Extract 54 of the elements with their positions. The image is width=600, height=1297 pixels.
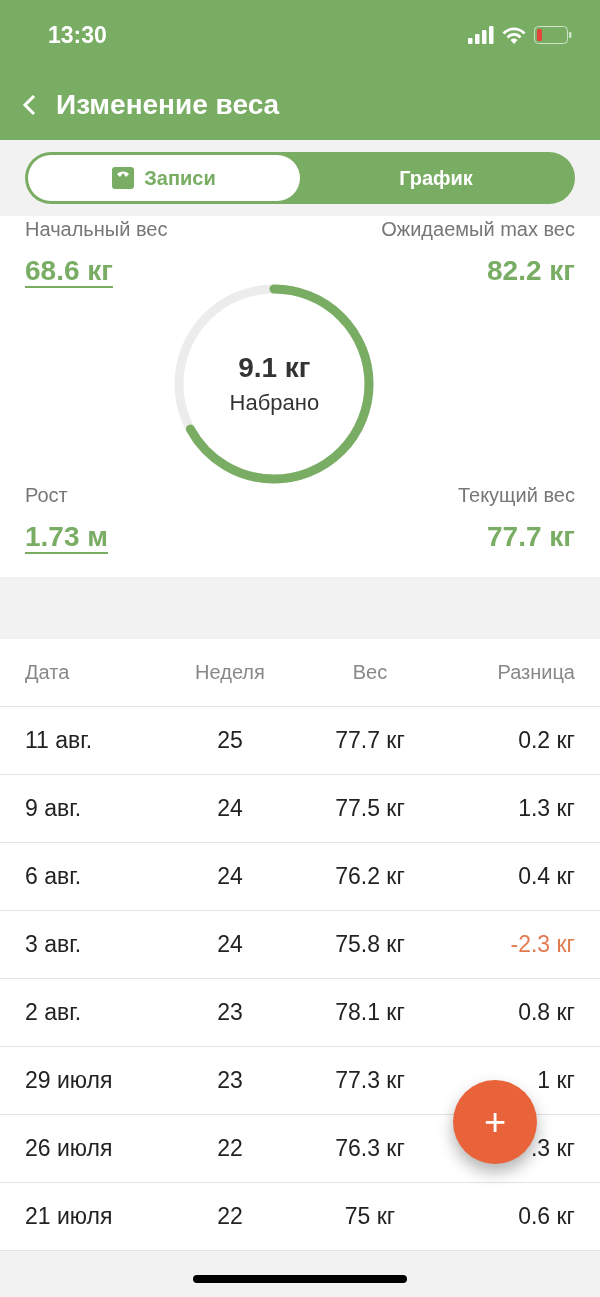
stat-label: Начальный вес: [25, 218, 168, 241]
tab[interactable]: Записи: [28, 155, 300, 201]
date-cell-text: 2 авг.: [25, 999, 83, 1026]
weight-cell-text: 77.5 кг: [334, 795, 406, 822]
week-cell-text: 24: [216, 931, 244, 958]
gained-caption: Набрано: [229, 390, 320, 416]
stat-label: Ожидаемый max вес: [381, 218, 575, 241]
weight-cell-text: 76.2 кг: [334, 863, 406, 890]
tab[interactable]: График: [300, 155, 572, 201]
difference-cell-text: 0.2 кг: [517, 727, 575, 754]
signal-icon: [468, 26, 494, 44]
weight-cell-text: 77.7 кг: [334, 727, 406, 754]
column-header: Разница: [496, 661, 575, 684]
difference-cell-text: 0.4 кг: [517, 863, 575, 890]
column-header: Вес: [351, 661, 389, 684]
week-cell-text: 22: [216, 1135, 244, 1162]
week-cell-text: 22: [216, 1203, 244, 1230]
difference-cell-text: 1.3 кг: [517, 795, 575, 822]
date-cell-text: 3 авг.: [25, 931, 83, 958]
weight-cell-text: 75 кг: [343, 1203, 397, 1230]
stat-label: Текущий вес: [457, 484, 575, 507]
stat-link[interactable]: 68.6 кг: [25, 255, 113, 287]
week-cell-text: 24: [216, 863, 244, 890]
status-time: 13:30: [48, 21, 107, 49]
page-title: Изменение веса: [56, 89, 280, 121]
column-header: Неделя: [194, 661, 266, 684]
stat-link[interactable]: 1.73 м: [25, 521, 108, 553]
date-cell-text: 6 авг.: [25, 863, 83, 890]
week-cell-text: 23: [216, 999, 244, 1026]
weight-cell-text: 78.1 кг: [334, 999, 406, 1026]
scale-icon: [112, 167, 135, 189]
difference-cell-text: 0.8 кг: [517, 999, 575, 1026]
difference-cell-text: 1 кг: [536, 1067, 575, 1094]
stat-value: 77.7 кг: [487, 521, 575, 553]
date-cell-text: 26 июля: [25, 1135, 114, 1162]
difference-cell-text: 0.6 кг: [517, 1203, 575, 1230]
gained-value: 9.1 кг: [238, 352, 311, 384]
difference-cell-text: -2.3 кг: [509, 931, 575, 958]
stat-value: 82.2 кг: [487, 255, 575, 287]
date-cell-text: 21 июля: [25, 1203, 114, 1230]
date-cell-text: 9 авг.: [25, 795, 83, 822]
column-header: Дата: [25, 661, 71, 684]
back-button[interactable]: [22, 94, 36, 116]
date-cell-text: 29 июля: [25, 1067, 114, 1094]
week-cell-text: 23: [216, 1067, 244, 1094]
week-cell-text: 25: [216, 727, 244, 754]
weight-cell-text: 75.8 кг: [334, 931, 406, 958]
weight-cell-text: 77.3 кг: [334, 1067, 406, 1094]
weight-cell-text: 76.3 кг: [334, 1135, 406, 1162]
stat-label: Рост: [25, 484, 68, 507]
battery-icon: [534, 26, 572, 44]
week-cell-text: 24: [216, 795, 244, 822]
date-cell-text: 11 авг.: [25, 727, 94, 754]
wifi-icon: [502, 26, 526, 44]
